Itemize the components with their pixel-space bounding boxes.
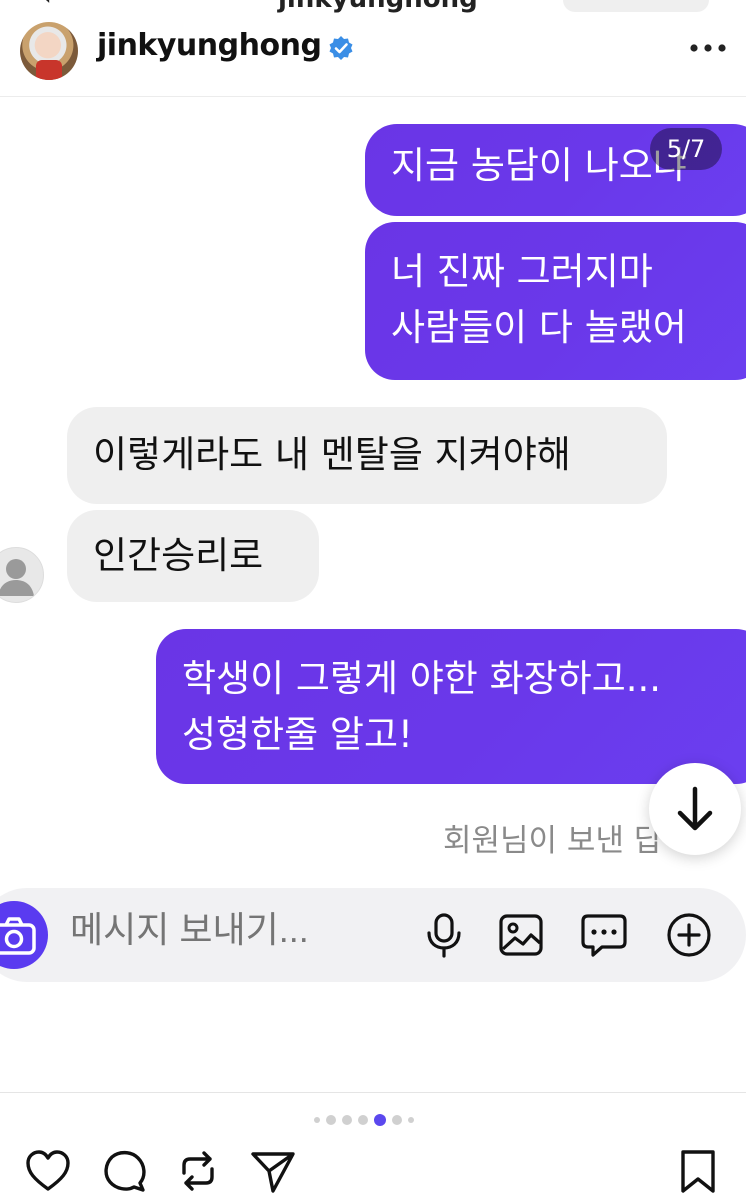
message-input[interactable] [68, 908, 402, 952]
carousel-counter: 5/7 [650, 128, 722, 170]
arrow-down-icon [677, 786, 713, 831]
seen-status: 회원님이 보낸 답 [443, 823, 663, 859]
page-dot [326, 1115, 336, 1125]
received-message: 이렇게라도 내 멘탈을 지켜야해 [67, 407, 667, 504]
sender-avatar [0, 547, 44, 603]
page-dot [314, 1117, 320, 1123]
carousel-dots [314, 1113, 414, 1127]
page-dot [342, 1115, 352, 1125]
plus-icon[interactable] [665, 911, 713, 959]
sticker-icon[interactable] [580, 911, 628, 959]
repost-icon[interactable] [174, 1147, 222, 1195]
received-message: 인간승리로 [67, 510, 319, 602]
comment-icon[interactable] [100, 1147, 148, 1195]
image-icon[interactable] [497, 911, 545, 959]
share-icon[interactable] [249, 1147, 297, 1195]
scroll-down-button[interactable] [649, 763, 741, 855]
page-dot [392, 1115, 402, 1125]
username[interactable]: jinkyunghong [97, 28, 322, 63]
sent-message: 학생이 그렇게 야한 화장하고... 성형한줄 알고! [156, 629, 746, 784]
divider [0, 1092, 746, 1093]
page-dot-active [374, 1114, 386, 1126]
bookmark-icon[interactable] [674, 1147, 722, 1195]
heart-icon[interactable] [24, 1147, 72, 1195]
top-title: jinkyunghong [278, 0, 478, 14]
more-icon[interactable] [688, 34, 728, 62]
verified-icon [329, 36, 353, 60]
avatar[interactable] [20, 22, 78, 80]
page-dot [408, 1117, 414, 1123]
camera-button[interactable] [0, 901, 48, 969]
page-dot [358, 1115, 368, 1125]
back-icon[interactable]: ‹ [40, 0, 52, 13]
mic-icon[interactable] [420, 911, 468, 959]
person-icon [0, 559, 34, 596]
top-action-button[interactable] [563, 0, 709, 12]
camera-icon [0, 917, 36, 955]
sent-message: 너 진짜 그러지마 사람들이 다 놀랬어 [365, 222, 746, 380]
